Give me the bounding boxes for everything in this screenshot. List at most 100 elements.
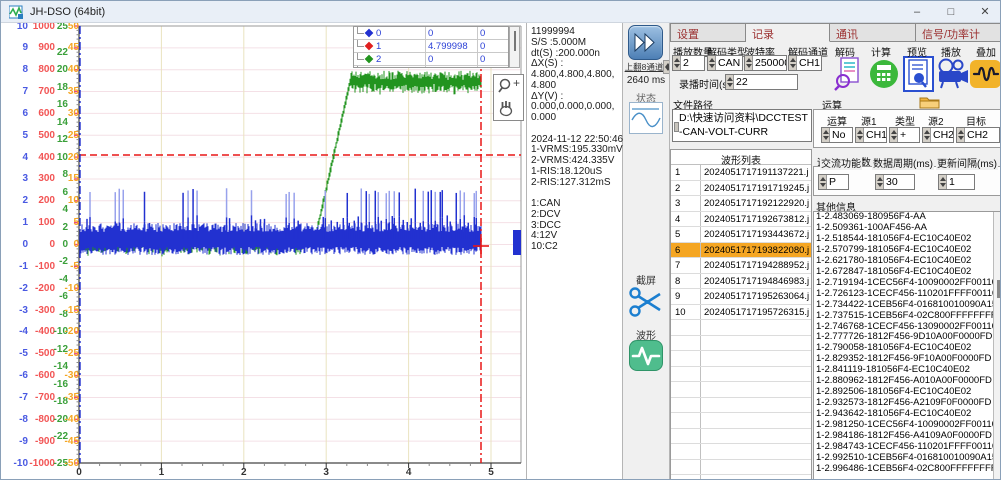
close-button[interactable]: ✕	[968, 1, 1001, 23]
spinner-arrows[interactable]	[957, 128, 965, 142]
can-frames-scrollbar[interactable]	[993, 212, 1001, 480]
legend-scrollbar[interactable]	[509, 26, 520, 68]
calculate-button[interactable]	[869, 57, 901, 91]
operation-spinner-2[interactable]: CH1	[855, 127, 887, 143]
waveform-file-list[interactable]: 波形列表12024051717191137221.j22024051717191…	[670, 149, 812, 480]
pan-hand-icon[interactable]	[497, 99, 515, 117]
wave-list-empty-row[interactable]	[671, 320, 811, 336]
wave-list-empty-row[interactable]	[671, 398, 811, 414]
can-frame-row[interactable]: 1-2.719194-1CEC56F4-10090002FF001100	[814, 278, 1001, 289]
can-frames-scrollbar-thumb[interactable]	[997, 280, 1000, 298]
can-frame-row[interactable]: 1-2.981250-1CEC56F4-10090002FF001100	[814, 420, 1001, 431]
file-path-box[interactable]: D:\快速访问资料\DCCTEST-CAN-VOLT-CURR	[672, 109, 812, 142]
tab-4[interactable]: 信号/功率计	[916, 23, 1001, 42]
can-frame-row[interactable]: 1-2.932573-1812F456-A2109F0F0000FD	[814, 398, 1001, 409]
spinner-arrows[interactable]	[890, 128, 898, 142]
can-frame-row[interactable]: 1-2.790058-181056F4-EC10C40E02	[814, 343, 1001, 354]
ac-spinner-2[interactable]: 30	[875, 174, 915, 190]
can-frame-row[interactable]: 1-2.509361-100AF456-AA	[814, 223, 1001, 234]
can-frame-row[interactable]: 1-2.992510-1CEB56F4-016810010090A15A	[814, 453, 1001, 464]
wave-list-row[interactable]: 102024051717195726315.j	[671, 305, 811, 321]
wave-list-empty-row[interactable]	[671, 382, 811, 398]
wave-list-empty-row[interactable]	[671, 444, 811, 460]
wave-list-row[interactable]: 12024051717191137221.j	[671, 165, 811, 181]
overlay-button[interactable]	[970, 57, 1001, 91]
waveform-button[interactable]	[629, 340, 663, 371]
tab-2[interactable]: 记录	[746, 23, 830, 42]
wave-list-empty-row[interactable]	[671, 475, 811, 480]
screenshot-button[interactable]	[628, 284, 664, 325]
can-frame-row[interactable]: 1-2.892506-181056F4-EC10C40E02	[814, 387, 1001, 398]
field-spinner-4[interactable]: CH1	[788, 55, 822, 71]
wave-list-row[interactable]: 62024051717193822080.j	[671, 243, 811, 259]
record-time-spinner[interactable]: 22	[725, 74, 798, 90]
spinner-arrows[interactable]	[819, 175, 827, 189]
operation-spinner-4[interactable]: CH2	[922, 127, 954, 143]
legend-scrollbar-thumb[interactable]	[514, 31, 516, 51]
wave-list-row[interactable]: 72024051717194288952.j	[671, 258, 811, 274]
can-frame-row[interactable]: 1-2.996486-1CEB56F4-02C800FFFFFFFFFF	[814, 464, 1001, 475]
tab-3[interactable]: 通讯	[830, 23, 916, 42]
legend-row[interactable]: 200	[354, 53, 508, 66]
wave-list-empty-row[interactable]	[671, 413, 811, 429]
can-frame-row[interactable]: 1-2.984186-1812F456-A4109A0F0000FD	[814, 431, 1001, 442]
spinner-arrows[interactable]	[789, 56, 797, 70]
can-frame-row[interactable]: 1-2.943642-181056F4-EC10C40E02	[814, 409, 1001, 420]
spinner-arrows[interactable]	[726, 75, 734, 89]
browse-folder-button[interactable]	[919, 95, 940, 109]
spinner-arrows[interactable]	[745, 56, 753, 70]
spinner-arrows[interactable]	[876, 175, 884, 189]
field-spinner-1[interactable]: 2	[672, 55, 705, 71]
can-frame-row[interactable]: 1-2.746768-1CECF456-13090002FF001100	[814, 322, 1001, 333]
can-frame-row[interactable]: 1-2.570799-181056F4-EC10C40E02	[814, 245, 1001, 256]
wave-list-row[interactable]: 42024051717192673812.j	[671, 212, 811, 228]
page-channels-label[interactable]: 上翻8通道	[623, 61, 665, 73]
tab-1[interactable]: 设置	[670, 23, 746, 42]
can-frame-row[interactable]: 1-2.829352-1812F456-9F10A00F0000FD	[814, 354, 1001, 365]
zoom-tool-icon[interactable]	[497, 77, 513, 95]
legend-row[interactable]: 34.7999980	[354, 66, 508, 68]
ac-spinner-3[interactable]: 1	[938, 174, 975, 190]
can-frame-row[interactable]: 1-2.737515-1CEB56F4-02C800FFFFFFFFFF	[814, 311, 1001, 322]
spinner-arrows[interactable]	[673, 56, 681, 70]
can-frame-row[interactable]: 1-2.483069-180956F4-AA	[814, 212, 1001, 223]
wave-list-empty-row[interactable]	[671, 429, 811, 445]
can-frame-row[interactable]: 1-2.880962-1812F456-A010A00F0000FD	[814, 376, 1001, 387]
field-spinner-2[interactable]: CAN	[707, 55, 743, 71]
preview-button[interactable]	[903, 56, 934, 92]
wave-list-empty-row[interactable]	[671, 336, 811, 352]
zoom-plus-icon[interactable]: +	[513, 76, 520, 90]
field-spinner-3[interactable]: 250000	[744, 55, 787, 71]
spinner-arrows[interactable]	[939, 175, 947, 189]
spinner-arrows[interactable]	[822, 128, 830, 142]
graph-tools-palette[interactable]: +	[493, 74, 524, 121]
operation-spinner-1[interactable]: No	[821, 127, 853, 143]
operation-spinner-3[interactable]: +	[889, 127, 920, 143]
spinner-arrows[interactable]	[923, 128, 931, 142]
can-frame-row[interactable]: 1-2.984743-1CECF456-110201FFFF001100	[814, 442, 1001, 453]
wave-list-row[interactable]: 22024051717191719245.j	[671, 181, 811, 197]
wave-list-row[interactable]: 92024051717195263064.j	[671, 289, 811, 305]
spinner-arrows[interactable]	[708, 56, 716, 70]
spinner-arrows[interactable]	[856, 128, 864, 142]
can-frame-row[interactable]: 1-2.734422-1CEB56F4-016810010090A15A	[814, 300, 1001, 311]
cursor-legend-table[interactable]: 00014.799998020034.7999980	[353, 26, 509, 68]
operation-spinner-5[interactable]: CH2	[956, 127, 1000, 143]
wave-list-row[interactable]: 32024051717192122920.j	[671, 196, 811, 212]
legend-row[interactable]: 14.7999980	[354, 40, 508, 53]
can-frame-row[interactable]: 1-2.841119-181056F4-EC10C40E02	[814, 365, 1001, 376]
can-frame-row[interactable]: 1-2.518544-181056F4-EC10C40E02	[814, 234, 1001, 245]
can-frame-row[interactable]: 1-2.621780-181056F4-EC10C40E02	[814, 256, 1001, 267]
decode-button[interactable]	[834, 57, 866, 91]
minimize-button[interactable]: –	[900, 1, 934, 23]
play-button[interactable]	[936, 57, 968, 91]
wave-list-row[interactable]: 52024051717193443672.j	[671, 227, 811, 243]
wave-list-row[interactable]: 82024051717194846983.j	[671, 274, 811, 290]
can-frame-row[interactable]: 1-2.777726-1812F456-9D10A00F0000FD	[814, 332, 1001, 343]
wave-list-empty-row[interactable]	[671, 367, 811, 383]
maximize-button[interactable]: □	[934, 1, 968, 23]
can-frame-row[interactable]: 1-2.672847-181056F4-EC10C40E02	[814, 267, 1001, 278]
can-frame-row[interactable]: 1-2.726123-1CECF456-110201FFFF001100	[814, 289, 1001, 300]
fast-forward-button[interactable]	[628, 25, 663, 60]
waveform-plot[interactable]: 00014.799998020034.7999980 + 10987654321…	[1, 23, 526, 480]
